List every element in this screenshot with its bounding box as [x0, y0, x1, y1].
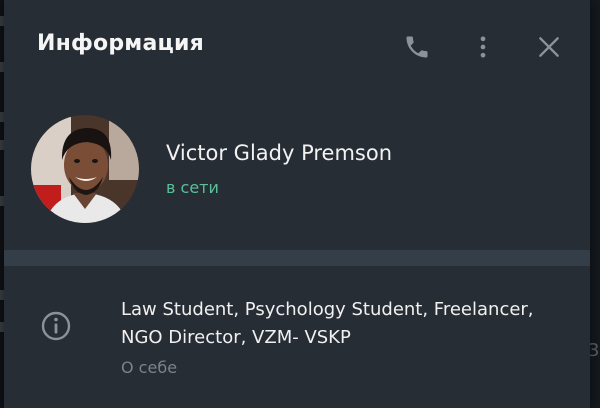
section-divider: [4, 250, 590, 266]
close-button[interactable]: [529, 27, 569, 67]
info-dialog: Информация Victor Glady Premson в сети L…: [4, 0, 590, 408]
avatar-photo: [31, 115, 139, 223]
phone-icon: [406, 36, 428, 58]
more-vertical-icon: [480, 36, 486, 58]
bio-text: Law Student, Psychology Student, Freelan…: [121, 296, 561, 352]
online-status: в сети: [166, 178, 219, 197]
call-button[interactable]: [397, 27, 437, 67]
bio-line: NGO Director, VZM- VSKP: [121, 327, 351, 348]
info-icon: [40, 310, 72, 342]
dialog-title: Информация: [37, 31, 204, 56]
more-options-button[interactable]: [463, 27, 503, 67]
profile-name: Victor Glady Premson: [166, 141, 393, 165]
bio-line: Law Student, Psychology Student, Freelan…: [121, 299, 534, 320]
avatar[interactable]: [31, 115, 139, 223]
close-icon: [539, 37, 559, 57]
bio-label: О себе: [121, 358, 178, 377]
